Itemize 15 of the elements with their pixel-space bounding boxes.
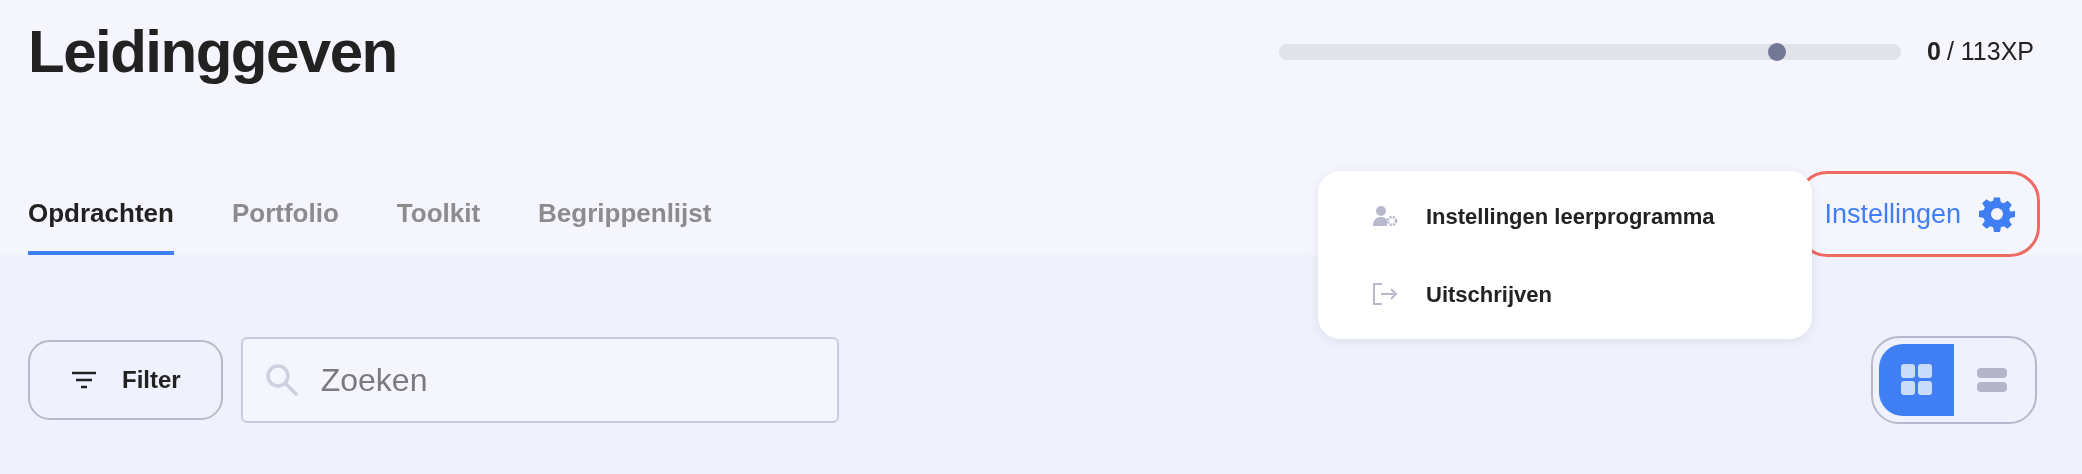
tab[interactable]: Opdrachten [28,194,174,255]
settings-icon [1979,196,2015,232]
list-icon [1976,368,2007,392]
grid-icon [1900,364,1933,396]
filter-button[interactable]: Filter [28,340,223,420]
xp-earned: 0 [1927,36,1941,68]
menu-item[interactable]: Uitschrijven [1318,255,1812,333]
filter-icon [72,371,96,389]
search-field[interactable]: Zoeken [240,337,839,423]
search-icon [264,363,299,397]
user-gear-icon [1372,205,1398,227]
grid-view-button[interactable] [1879,344,1954,416]
page-title: Leidinggeven [28,17,397,87]
xp-total: / 113XP [1946,36,2034,68]
sign-out-icon [1372,282,1398,306]
